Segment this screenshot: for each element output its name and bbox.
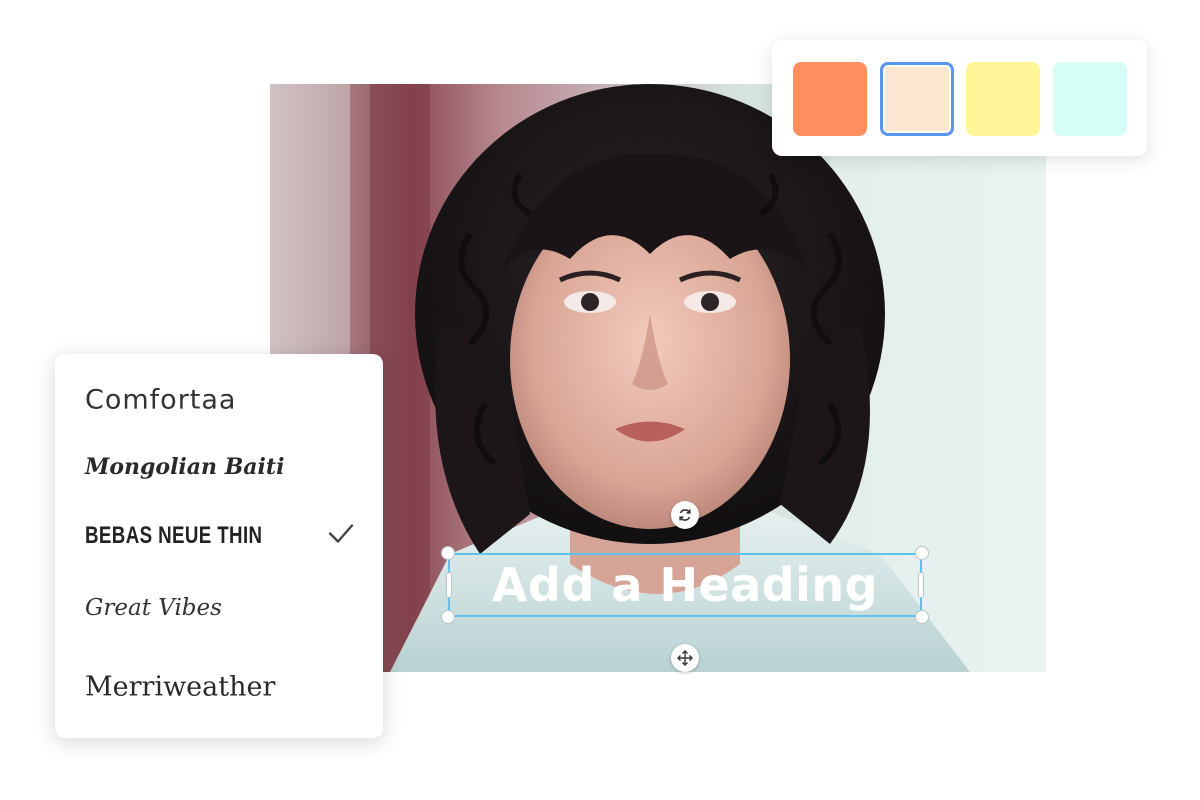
move-button[interactable]: [671, 644, 699, 672]
font-list-panel: Comfortaa Mongolian Baiti BEBAS NEUE THI…: [55, 354, 383, 738]
resize-handle-left[interactable]: [446, 572, 452, 598]
font-option-comfortaa[interactable]: Comfortaa: [55, 370, 383, 430]
heading-text[interactable]: Add a Heading: [450, 555, 920, 615]
checkmark-icon: [327, 523, 355, 550]
color-swatch-cream[interactable]: [880, 62, 954, 136]
font-option-label: Comfortaa: [85, 384, 237, 416]
move-icon: [677, 650, 693, 666]
color-swatch-mint[interactable]: [1053, 62, 1127, 136]
resize-handle-bottom-right[interactable]: [915, 610, 929, 624]
heading-text-box[interactable]: Add a Heading: [441, 546, 929, 624]
font-option-great-vibes[interactable]: Great Vibes: [55, 578, 383, 638]
resize-handle-right[interactable]: [918, 572, 924, 598]
font-option-label: Merriweather: [85, 671, 276, 703]
font-option-merriweather[interactable]: Merriweather: [55, 657, 383, 717]
color-swatch-orange[interactable]: [793, 62, 867, 136]
resize-handle-bottom-left[interactable]: [441, 610, 455, 624]
rotate-button[interactable]: [671, 501, 699, 529]
rotate-icon: [679, 509, 691, 521]
color-swatch-yellow[interactable]: [966, 62, 1040, 136]
resize-handle-top-right[interactable]: [915, 546, 929, 560]
font-option-label: Great Vibes: [85, 595, 222, 621]
color-palette: [772, 40, 1147, 156]
font-option-bebas-neue-thin[interactable]: BEBAS NEUE THIN: [55, 506, 383, 566]
editor-stage: Add a Heading Comfortaa Mongolian Baiti: [0, 0, 1200, 800]
resize-handle-top-left[interactable]: [441, 546, 455, 560]
font-option-label: Mongolian Baiti: [85, 454, 285, 480]
font-option-mongolian-baiti[interactable]: Mongolian Baiti: [55, 437, 383, 497]
font-option-label: BEBAS NEUE THIN: [85, 522, 263, 549]
